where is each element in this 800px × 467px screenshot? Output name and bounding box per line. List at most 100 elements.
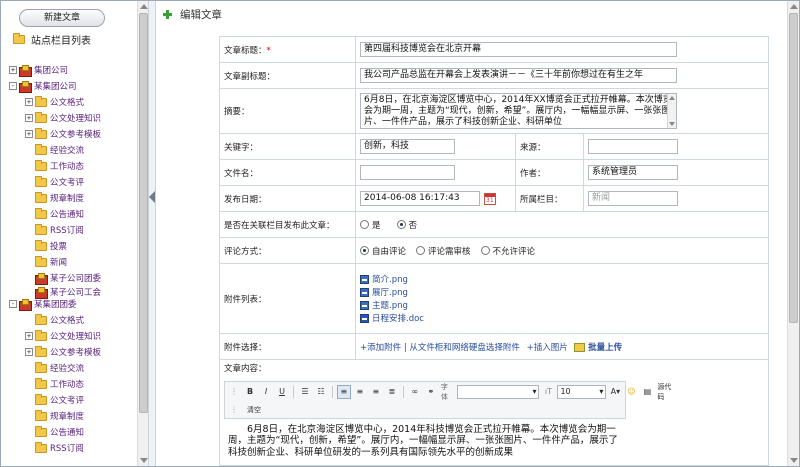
attachment-name[interactable]: 日程安排.doc	[372, 312, 424, 324]
attachment-name[interactable]: 展厅.png	[372, 286, 408, 298]
attachment-item[interactable]: 主题.png	[360, 299, 764, 312]
tree-item[interactable]: + 公文参考模板	[25, 345, 101, 359]
new-article-button[interactable]: 新建文章	[19, 9, 105, 27]
tree-item[interactable]: RSS订阅	[25, 441, 84, 455]
editor-content[interactable]: 6月8日，在北京海淀区博览中心，2014年科技博览会正式拉开帷幕。本次博览会为期…	[224, 422, 626, 462]
radio-icon[interactable]	[360, 220, 369, 229]
scroll-up-arrow-icon[interactable]	[790, 4, 798, 9]
insert-image-link[interactable]: +插入图片	[527, 343, 568, 353]
tree-item[interactable]: 经验交流	[25, 361, 84, 375]
publish-related-no[interactable]: 否	[396, 219, 417, 231]
publish-related-yes[interactable]: 是	[360, 219, 381, 231]
tree-item[interactable]: 公文考评	[25, 393, 84, 407]
italic-icon[interactable]: I	[259, 385, 273, 399]
column-input[interactable]: 新闻	[588, 191, 678, 206]
tree-item[interactable]: 某子公司团委	[25, 271, 101, 285]
separator	[293, 385, 294, 398]
tree-item[interactable]: 工作动态	[25, 377, 84, 391]
attachment-item[interactable]: 展厅.png	[360, 286, 764, 299]
expand-icon[interactable]: +	[25, 348, 33, 356]
tree-item[interactable]: + 公文参考模板	[25, 127, 101, 141]
radio-checked-icon[interactable]	[396, 220, 406, 229]
align-center-icon[interactable]: ≡	[353, 385, 367, 399]
tree-item[interactable]: - 某集团团委	[9, 297, 77, 311]
unlink-icon[interactable]: ⚭	[424, 385, 438, 399]
source-input[interactable]	[588, 139, 678, 154]
drag-handle-icon[interactable]: ⋮	[227, 403, 241, 417]
tree-item[interactable]: + 公文处理知识	[25, 329, 101, 343]
collapse-left-arrow-icon[interactable]	[149, 191, 155, 203]
align-justify-icon[interactable]: ≣	[385, 385, 399, 399]
summary-textarea[interactable]: 6月8日，在北京海淀区博览中心，2014年XX博览会正式拉开帷幕。本次博览会为期…	[360, 93, 677, 129]
sidebar-scrollbar[interactable]	[137, 1, 148, 466]
tree-item[interactable]: - 某集团公司	[9, 79, 77, 93]
title-input[interactable]: 第四届科技博览会在北京开幕	[360, 42, 677, 57]
expand-icon[interactable]: +	[25, 114, 33, 122]
tree-item[interactable]: + 公文处理知识	[25, 111, 101, 125]
clear-button[interactable]: 清空	[243, 403, 265, 417]
from-library-link[interactable]: 从文件柜和网络硬盘选择附件	[409, 343, 520, 353]
link-icon[interactable]: ∞	[408, 385, 422, 399]
sidebar-scroll-thumb[interactable]	[139, 13, 148, 413]
drag-handle-icon[interactable]: ⋮	[227, 385, 241, 399]
subtitle-input[interactable]: 我公司产品总监在开幕会上发表演讲－－《三十年前你想过在有生之年	[360, 68, 677, 83]
add-attachment-link[interactable]: +添加附件	[360, 343, 401, 353]
source-code-icon[interactable]: ▤	[640, 385, 654, 399]
expand-icon[interactable]: +	[25, 98, 33, 106]
attachment-item[interactable]: 简介.png	[360, 273, 764, 286]
author-input[interactable]: 系统管理员	[588, 165, 678, 180]
tree-item[interactable]: 工作动态	[25, 159, 84, 173]
keywords-input[interactable]: 创新，科技	[360, 139, 455, 154]
summary-scrollbar[interactable]	[667, 94, 676, 128]
tree-item[interactable]: 公告通知	[25, 207, 84, 221]
tree-item[interactable]: 公文考评	[25, 175, 84, 189]
tree-item-label: 公文格式	[50, 98, 85, 108]
filename-input[interactable]	[360, 165, 455, 180]
attachment-item[interactable]: 日程安排.doc	[360, 312, 764, 325]
emoticon-icon[interactable]: ☺	[624, 385, 638, 399]
tree-item[interactable]: 公文格式	[25, 313, 84, 327]
underline-icon[interactable]: U	[275, 385, 289, 399]
scroll-down-arrow-icon[interactable]	[140, 458, 148, 463]
batch-upload-link[interactable]: 批量上传	[588, 343, 622, 353]
main-scroll-thumb[interactable]	[789, 13, 798, 323]
tree-item[interactable]: 新闻	[25, 255, 67, 269]
radio-icon[interactable]	[416, 246, 426, 255]
tree-item[interactable]: 公告通知	[25, 425, 84, 439]
align-left-icon[interactable]: ≡	[336, 384, 351, 399]
font-family-select[interactable]: ▾	[456, 384, 540, 399]
radio-checked-icon[interactable]	[360, 246, 369, 255]
main-scrollbar[interactable]	[787, 1, 799, 466]
tree-item[interactable]: 规章制度	[25, 191, 84, 205]
bold-icon[interactable]: B	[243, 385, 257, 399]
tree-item[interactable]: 规章制度	[25, 409, 84, 423]
ordered-list-icon[interactable]: ☰	[298, 385, 312, 399]
tree-item[interactable]: + 公文格式	[25, 95, 84, 109]
comment-none-option[interactable]: 不允许评论	[480, 245, 535, 257]
panel-splitter[interactable]	[149, 1, 156, 466]
tree-item[interactable]: 经验交流	[25, 143, 84, 157]
calendar-icon[interactable]: 31	[484, 192, 496, 205]
comment-review-option[interactable]: 评论需审核	[416, 245, 471, 257]
pubdate-input[interactable]: 2014-06-08 16:17:43	[360, 191, 480, 206]
font-color-icon[interactable]: A▾	[608, 385, 622, 399]
unordered-list-icon[interactable]: ☷	[314, 385, 328, 399]
summary-text: 6月8日，在北京海淀区博览中心，2014年XX博览会正式拉开帷幕。本次博览会为期…	[364, 95, 672, 127]
comment-free-option[interactable]: 自由评论	[360, 245, 406, 257]
expand-icon[interactable]: +	[25, 130, 33, 138]
expand-icon[interactable]: +	[25, 332, 33, 340]
tree-item[interactable]: 投票	[25, 239, 67, 253]
scroll-up-arrow-icon[interactable]	[140, 4, 148, 9]
expand-icon[interactable]: +	[9, 66, 17, 74]
tree-item[interactable]: + 集团公司	[9, 63, 68, 77]
align-right-icon[interactable]: ≡	[369, 385, 383, 399]
collapse-icon[interactable]: -	[9, 82, 17, 90]
radio-icon[interactable]	[480, 246, 490, 255]
attachment-name[interactable]: 简介.png	[372, 273, 408, 285]
scroll-down-arrow-icon[interactable]	[790, 458, 798, 463]
source-code-label[interactable]: 源代码	[656, 383, 678, 401]
attachment-name[interactable]: 主题.png	[372, 299, 408, 311]
font-size-select[interactable]: 10 ▾	[557, 384, 607, 399]
tree-item[interactable]: RSS订阅	[25, 223, 84, 237]
collapse-icon[interactable]: -	[9, 300, 17, 308]
